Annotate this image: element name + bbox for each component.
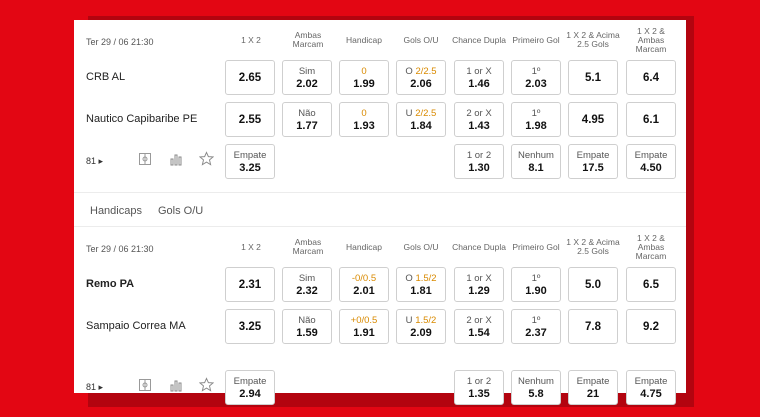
col-header-ou: Gols O/U [403,241,439,252]
odd-1x2-over-away[interactable]: 4.95 [568,102,618,137]
odd-fg-away[interactable]: 1º 2.37 [511,309,561,344]
col-header-1x2-btts: 1 X 2 & Ambas Marcam [635,25,667,54]
odd-ou-under[interactable]: U 2/2.5 1.84 [396,102,446,137]
col-header-fg: Primeiro Gol [512,34,560,45]
tab-handicaps[interactable]: Handicaps [90,205,142,217]
col-header-ou: Gols O/U [403,34,439,45]
odd-1x2-btts-draw[interactable]: Empate 4.50 [626,144,676,179]
odd-1x2-over-away[interactable]: 7.8 [568,309,618,344]
odd-btts-no[interactable]: Não 1.77 [282,102,332,137]
odd-1x2-btts-away[interactable]: 9.2 [626,309,676,344]
odd-1x2-home[interactable]: 2.65 [225,60,275,95]
more-markets-link[interactable]: 81 ▸ [86,156,103,167]
col-header-handicap: Handicap [346,34,382,45]
odd-1x2-draw[interactable]: Empate 2.94 [225,370,275,405]
odd-1x2-away[interactable]: 3.25 [225,309,275,344]
col-header-1x2-over: 1 X 2 & Acima 2.5 Gols [566,30,620,49]
odd-1x2-over-home[interactable]: 5.0 [568,267,618,302]
odd-handicap-away[interactable]: +0/0.5 1.91 [339,309,389,344]
col-header-1x2: 1 X 2 [241,34,261,45]
stats-icon[interactable] [169,152,183,166]
col-header-handicap: Handicap [346,241,382,252]
home-team-name[interactable]: Remo PA [86,278,134,290]
col-header-dc: Chance Dupla [452,241,506,252]
odd-btts-yes[interactable]: Sim 2.02 [282,60,332,95]
odd-dc-12[interactable]: 1 or 2 1.30 [454,144,504,179]
star-icon[interactable] [199,377,214,392]
col-header-btts: Ambas Marcam [292,30,324,49]
odd-dc-2x[interactable]: 2 or X 1.43 [454,102,504,137]
match-header: Ter 29 / 06 21:30 1 X 2 Ambas Marcam Han… [74,227,686,267]
col-header-fg: Primeiro Gol [512,241,560,252]
odd-dc-2x[interactable]: 2 or X 1.54 [454,309,504,344]
odd-dc-1x[interactable]: 1 or X 1.46 [454,60,504,95]
away-team-name[interactable]: Sampaio Correa MA [86,320,186,332]
odd-1x2-btts-home[interactable]: 6.5 [626,267,676,302]
odd-fg-home[interactable]: 1º 1.90 [511,267,561,302]
odd-fg-none[interactable]: Nenhum 5.8 [511,370,561,405]
match-date: Ter 29 / 06 21:30 [86,37,154,47]
odd-fg-away[interactable]: 1º 1.98 [511,102,561,137]
field-icon[interactable] [138,152,152,166]
field-icon[interactable] [138,378,152,392]
odd-btts-no[interactable]: Não 1.59 [282,309,332,344]
odd-1x2-btts-away[interactable]: 6.1 [626,102,676,137]
odd-fg-home[interactable]: 1º 2.03 [511,60,561,95]
odd-1x2-over-draw[interactable]: Empate 21 [568,370,618,405]
more-markets-link[interactable]: 81 ▸ [86,382,103,393]
away-team-name[interactable]: Nautico Capibaribe PE [86,113,197,125]
odd-dc-12[interactable]: 1 or 2 1.35 [454,370,504,405]
odd-1x2-draw[interactable]: Empate 3.25 [225,144,275,179]
odd-1x2-away[interactable]: 2.55 [225,102,275,137]
odd-btts-yes[interactable]: Sim 2.32 [282,267,332,302]
odds-card: Ter 29 / 06 21:30 1 X 2 Ambas Marcam Han… [74,20,686,405]
odd-ou-over[interactable]: O 1.5/2 1.81 [396,267,446,302]
odd-1x2-over-home[interactable]: 5.1 [568,60,618,95]
odd-1x2-home[interactable]: 2.31 [225,267,275,302]
odd-ou-over[interactable]: O 2/2.5 2.06 [396,60,446,95]
odd-1x2-btts-home[interactable]: 6.4 [626,60,676,95]
star-icon[interactable] [199,151,214,166]
odd-fg-none[interactable]: Nenhum 8.1 [511,144,561,179]
tab-gols-ou[interactable]: Gols O/U [158,205,203,217]
odd-handicap-home[interactable]: -0/0.5 2.01 [339,267,389,302]
col-header-1x2-btts: 1 X 2 & Ambas Marcam [635,232,667,261]
odd-handicap-home[interactable]: 0 1.99 [339,60,389,95]
col-header-btts: Ambas Marcam [292,237,324,256]
odd-handicap-away[interactable]: 0 1.93 [339,102,389,137]
match-date: Ter 29 / 06 21:30 [86,244,154,254]
odd-dc-1x[interactable]: 1 or X 1.29 [454,267,504,302]
odd-ou-under[interactable]: U 1.5/2 2.09 [396,309,446,344]
market-tabs: Handicaps Gols O/U [74,192,686,227]
odd-1x2-btts-draw[interactable]: Empate 4.75 [626,370,676,405]
stats-icon[interactable] [169,378,183,392]
col-header-1x2-over: 1 X 2 & Acima 2.5 Gols [566,237,620,256]
col-header-dc: Chance Dupla [452,34,506,45]
col-header-1x2: 1 X 2 [241,241,261,252]
match-header: Ter 29 / 06 21:30 1 X 2 Ambas Marcam Han… [74,20,686,60]
odd-1x2-over-draw[interactable]: Empate 17.5 [568,144,618,179]
home-team-name[interactable]: CRB AL [86,71,125,83]
